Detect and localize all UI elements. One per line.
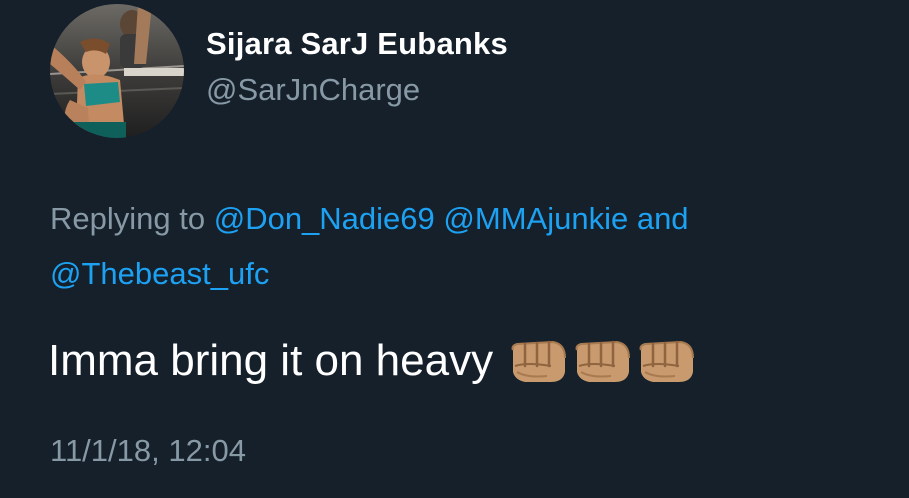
- replying-to-line: Replying to @Don_Nadie69 @MMAjunkie and: [50, 201, 689, 237]
- others-link[interactable]: and: [637, 201, 689, 236]
- user-handle[interactable]: @SarJnCharge: [206, 72, 420, 108]
- oncoming-fist-icon: [639, 340, 695, 382]
- avatar[interactable]: [50, 4, 184, 138]
- mention-link-mmajunkie[interactable]: @MMAjunkie: [443, 201, 628, 236]
- tweet-timestamp[interactable]: 11/1/18, 12:04: [50, 433, 246, 469]
- tweet-body: Imma bring it on heavy: [48, 336, 494, 385]
- avatar-photo: [50, 4, 184, 138]
- tweet-text: Imma bring it on heavy: [48, 336, 695, 386]
- replying-to-label: Replying to: [50, 201, 206, 236]
- emoji-group: [507, 336, 695, 386]
- mention-link-thebeast-ufc[interactable]: @Thebeast_ufc: [50, 256, 269, 291]
- oncoming-fist-icon: [575, 340, 631, 382]
- display-name[interactable]: Sijara SarJ Eubanks: [206, 26, 508, 62]
- replying-to-line-2: @Thebeast_ufc: [50, 256, 269, 292]
- mention-link-don-nadie69[interactable]: @Don_Nadie69: [214, 201, 435, 236]
- oncoming-fist-icon: [511, 340, 567, 382]
